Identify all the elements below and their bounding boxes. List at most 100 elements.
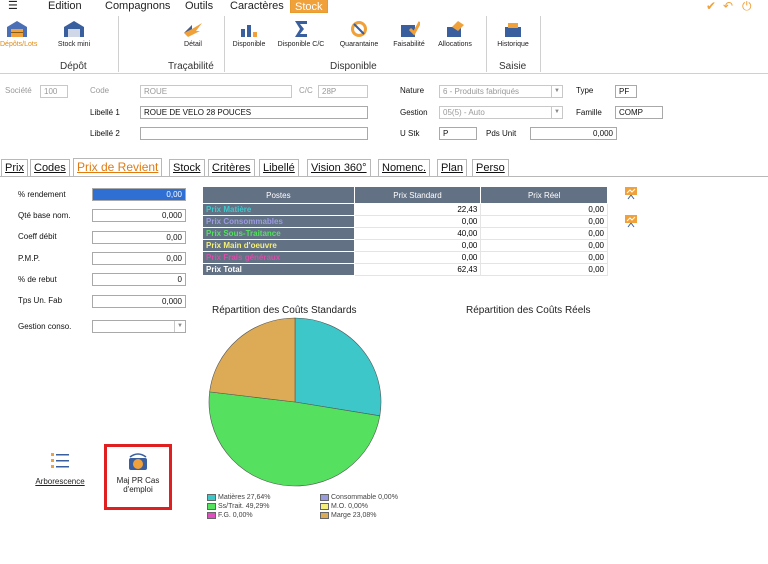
tab-codes[interactable]: Codes [30,159,70,177]
pdsunit-label: Pds Unit [486,129,517,138]
check-icon[interactable]: ✔ [706,0,716,12]
undo-icon[interactable]: ↶ [723,0,733,12]
tab-vision-360[interactable]: Vision 360° [307,159,371,177]
tab-prix-label: Prix [5,162,24,174]
ribbon-quarantaine-button[interactable]: Quarantaine [334,16,384,49]
ribbon-disponible-button[interactable]: Disponible [228,16,270,49]
cc-field[interactable]: 28P [318,85,368,98]
tree-list-icon [51,453,69,468]
cost-row-label: Prix Consommables [202,215,355,228]
libelle2-field[interactable] [140,127,368,140]
ribbon-allocations-button[interactable]: Allocations [434,16,476,49]
app-menu-icon[interactable]: ☰ [8,0,18,12]
nature-label: Nature [400,86,425,95]
ribbon-faisabilite-button[interactable]: Faisabilité [388,16,430,49]
menubar: ☰ Edition Compagnons Outils Caractères S… [0,0,768,14]
ribbon-depots-lots-button[interactable]: Dépôts/Lots [0,16,38,49]
tab-vision-360-label: Vision 360° [311,162,367,174]
menu-caracteres[interactable]: Caractères [230,0,284,12]
tps-field[interactable]: 0,000 [92,295,186,308]
libelle1-field[interactable]: ROUE DE VELO 28 POUCES [140,106,368,119]
maj-pr-cas-emploi-button[interactable]: Maj PR Cas d'emploi [104,444,172,510]
chevron-down-icon[interactable]: ▼ [551,86,562,97]
tab-criteres[interactable]: Critères [208,159,255,177]
gestion-conso-select[interactable]: ▼ [92,320,186,333]
allocations-icon [447,21,464,37]
type-field[interactable]: PF [615,85,637,98]
menu-outils[interactable]: Outils [185,0,213,12]
legend-swatch [207,511,216,519]
qte-field[interactable]: 0,000 [92,209,186,222]
pie-slice-marge [209,317,296,403]
menu-stock[interactable]: Stock [290,0,328,13]
ustk-field[interactable]: P [439,127,477,140]
famille-field[interactable]: COMP [615,106,663,119]
ribbon-allocations-label: Allocations [438,41,472,48]
nature-select[interactable]: 6 - Produits fabriqués ▼ [439,85,563,98]
separator [118,16,119,72]
warehouse-icon [7,21,27,37]
cost-table-header: Postes Prix Standard Prix Réel [202,186,608,204]
legend-swatch [207,493,216,501]
tab-nomenc-label: Nomenc. [382,162,427,174]
group-disponible-label: Disponible [330,61,377,72]
separator [224,16,225,72]
rebut-field[interactable]: 0 [92,273,186,286]
sigma-icon [295,21,307,37]
ustk-label: U Stk [400,129,420,138]
ribbon-disponible-cc-button[interactable]: Disponible C/C [272,16,330,49]
ribbon-depots-lots-label: Dépôts/Lots [0,41,38,48]
coeff-label: Coeff débit [18,232,57,241]
gestion-label: Gestion [400,108,428,117]
gestion-value: 05(5) - Auto [443,108,485,117]
code-label: Code [90,86,110,95]
legend-swatch [207,502,216,510]
legend-swatch [320,493,329,501]
ribbon-historique-button[interactable]: Historique [492,16,534,49]
coeff-field[interactable]: 0,00 [92,231,186,244]
chart-export-icon[interactable] [624,214,638,228]
rendement-field[interactable]: 0,00 [92,188,186,201]
tab-libelle[interactable]: Libellé [259,159,299,177]
ribbon-disponible-cc-label: Disponible C/C [277,41,325,48]
code-field[interactable]: ROUE [140,85,292,98]
separator [540,16,541,72]
menu-compagnons[interactable]: Compagnons [105,0,170,12]
pmp-field[interactable]: 0,00 [92,252,186,265]
cost-table: Postes Prix Standard Prix Réel Prix Mati… [202,186,608,276]
stock-icon [64,21,84,37]
tab-plan-label: Plan [441,162,464,174]
pie-slice-mati-res [294,317,382,417]
gestion-conso-label: Gestion conso. [18,322,72,331]
ribbon-detail-button[interactable]: Détail [176,16,210,49]
tab-prix[interactable]: Prix [1,159,28,177]
cost-row-reel: 0,00 [480,251,608,264]
chevron-down-icon[interactable]: ▼ [551,107,562,118]
pdsunit-field[interactable]: 0,000 [530,127,617,140]
tab-bar: Prix Codes Prix de Revient Stock Critère… [0,158,768,177]
power-icon[interactable]: ⏻ [742,0,752,12]
ribbon: Dépôts/Lots Stock mini Dépôt Détail Traç… [0,14,768,74]
rendement-label: % rendement [18,190,66,199]
famille-label: Famille [576,108,602,117]
chart-export-icon[interactable] [624,186,638,200]
ribbon-historique-label: Historique [497,41,529,48]
tps-label: Tps Un. Fab [18,296,63,305]
tab-perso[interactable]: Perso [472,159,509,177]
chevron-down-icon[interactable]: ▼ [174,321,185,332]
legend-label: Matières 27,64% [218,494,271,501]
libelle2-label: Libellé 2 [90,129,120,138]
tab-criteres-label: Critères [212,162,251,174]
gestion-select[interactable]: 05(5) - Auto ▼ [439,106,563,119]
cost-row-standard: 0,00 [353,239,482,252]
arborescence-button[interactable]: Arborescence [28,452,92,486]
tab-plan[interactable]: Plan [437,159,468,177]
tab-nomenc[interactable]: Nomenc. [378,159,431,177]
cost-row-standard: 62,43 [353,263,482,276]
menu-edition[interactable]: Edition [48,0,82,12]
ribbon-stock-mini-button[interactable]: Stock mini [57,16,91,49]
tab-stock[interactable]: Stock [169,159,205,177]
quarantine-icon [351,21,367,37]
societe-field[interactable]: 100 [40,85,68,98]
tab-prix-de-revient[interactable]: Prix de Revient [73,158,163,177]
